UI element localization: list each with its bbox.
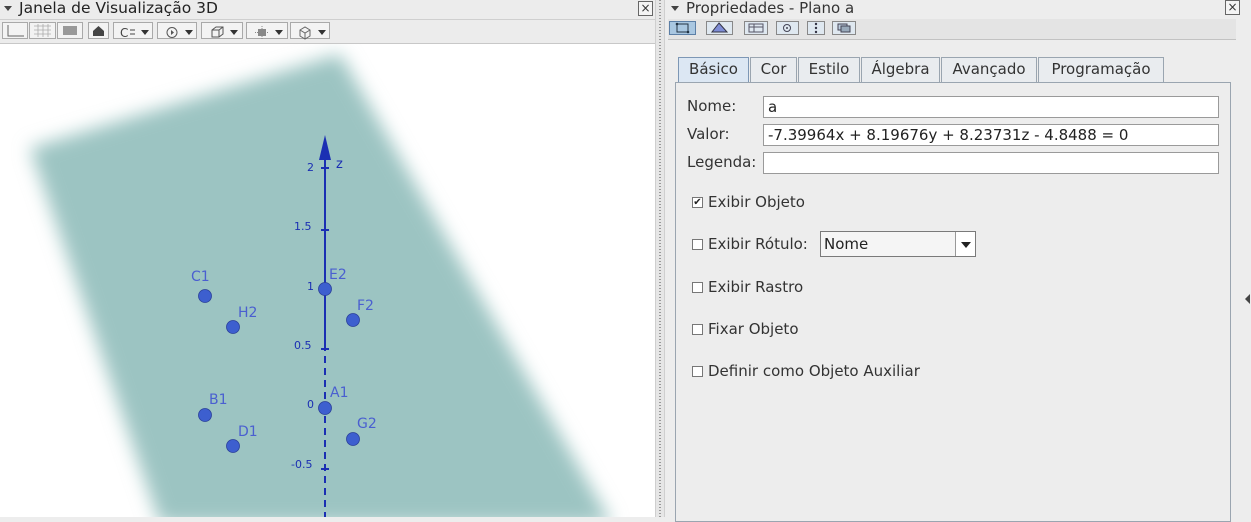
caption-label: Legenda: xyxy=(687,153,757,171)
tab-basico[interactable]: Básico xyxy=(678,57,749,83)
name-field[interactable]: a xyxy=(763,96,1219,118)
fix-object-label: Fixar Objeto xyxy=(708,320,799,338)
show-object-label: Exibir Objeto xyxy=(708,193,805,211)
image-type-button[interactable] xyxy=(776,21,799,35)
graphics-canvas[interactable]: z 2 1.5 1 0.5 0 -0.5 C1 H2 E2 F2 B1 A1 D… xyxy=(0,44,655,517)
basic-tab-panel: Nome: a Valor: -7.39964x + 8.19676y + 8.… xyxy=(675,82,1231,522)
view-titlebar: Janela de Visualização 3D × xyxy=(0,0,655,20)
properties-title: Propriedades - Plano a xyxy=(686,0,855,17)
auxiliary-object-checkbox[interactable] xyxy=(692,366,703,377)
tick-label: 1 xyxy=(307,280,314,293)
tick-label: 0.5 xyxy=(294,339,312,352)
z-axis-label: z xyxy=(336,157,343,172)
tick-label: -0.5 xyxy=(291,458,312,471)
close-properties-button[interactable]: × xyxy=(1225,0,1240,15)
panel-splitter[interactable] xyxy=(655,0,665,517)
properties-view: Propriedades - Plano a × Básico Cor Esti… xyxy=(665,0,1251,522)
view-title: Janela de Visualização 3D xyxy=(19,0,218,17)
point-label-g2: G2 xyxy=(357,416,377,432)
fix-object-checkbox[interactable] xyxy=(692,324,703,335)
tick-label: 0 xyxy=(307,398,314,411)
box-icon xyxy=(299,25,310,40)
view-direction-dropdown[interactable] xyxy=(290,22,330,40)
tab-algebra[interactable]: Álgebra xyxy=(861,57,940,82)
chevron-down-icon[interactable] xyxy=(955,232,975,256)
auxiliary-object-label: Definir como Objeto Auxiliar xyxy=(708,362,920,380)
point-label-a1: A1 xyxy=(330,385,348,401)
layers-type-button[interactable] xyxy=(832,21,856,35)
pyramid-icon xyxy=(710,22,729,33)
properties-titlebar: Propriedades - Plano a × xyxy=(665,0,1251,17)
dots-vertical-icon xyxy=(814,22,818,34)
show-label-label: Exibir Rótulo: xyxy=(708,235,808,253)
svg-text:C: C xyxy=(120,26,128,40)
close-view-button[interactable]: × xyxy=(638,1,653,16)
tab-avancado[interactable]: Avançado xyxy=(941,57,1037,82)
view-style-toolbar: C xyxy=(0,20,655,44)
collapse-triangle-icon[interactable] xyxy=(4,6,12,11)
tab-estilo[interactable]: Estilo xyxy=(798,57,860,82)
gear-icon xyxy=(783,24,791,32)
table-icon xyxy=(748,23,764,33)
cube-icon xyxy=(211,26,223,37)
plane-type-button[interactable] xyxy=(669,21,696,35)
tick-label: 1.5 xyxy=(294,220,312,233)
home-icon xyxy=(93,26,104,36)
show-label-checkbox[interactable] xyxy=(692,239,703,250)
label-mode-select[interactable]: Nome xyxy=(820,231,976,257)
animation-dropdown[interactable] xyxy=(157,22,197,39)
clipping-dropdown[interactable] xyxy=(246,22,288,39)
caption-field[interactable] xyxy=(763,152,1219,174)
point-e2[interactable] xyxy=(318,282,332,296)
graphics-3d-view: Janela de Visualização 3D × C z 2 1.5 1 … xyxy=(0,0,655,517)
point-f2[interactable] xyxy=(346,313,360,327)
point-c1[interactable] xyxy=(198,289,212,303)
label-mode-value: Nome xyxy=(824,235,869,253)
name-label: Nome: xyxy=(687,97,737,115)
point-g2[interactable] xyxy=(346,432,360,446)
axes-toggle-button[interactable] xyxy=(2,22,28,39)
tab-programacao[interactable]: Programação xyxy=(1038,57,1164,82)
object-type-toolbar xyxy=(668,19,1236,40)
show-trace-checkbox[interactable] xyxy=(692,282,703,293)
point-label-b1: B1 xyxy=(209,392,228,408)
home-view-button[interactable] xyxy=(88,22,109,39)
point-d1[interactable] xyxy=(226,439,240,453)
show-trace-label: Exibir Rastro xyxy=(708,278,804,296)
point-label-d1: D1 xyxy=(238,424,258,440)
point-a1[interactable] xyxy=(318,401,332,415)
plane-toggle-button[interactable] xyxy=(57,22,83,39)
projection-dropdown[interactable] xyxy=(201,22,243,39)
layers-icon xyxy=(837,23,851,33)
expand-sidebar-arrow-icon[interactable] xyxy=(1245,294,1250,304)
grid-toggle-button[interactable] xyxy=(29,22,56,39)
show-object-checkbox[interactable]: ✔ xyxy=(692,197,703,208)
clipping-icon xyxy=(254,25,269,39)
collapse-triangle-icon[interactable] xyxy=(671,6,679,11)
point-b1[interactable] xyxy=(198,408,212,422)
tab-cor[interactable]: Cor xyxy=(750,57,797,82)
rotate-view-dropdown[interactable]: C xyxy=(113,22,153,40)
text-type-button[interactable] xyxy=(744,21,768,35)
point-label-f2: F2 xyxy=(357,298,374,314)
value-field[interactable]: -7.39964x + 8.19676y + 8.23731z - 4.8488… xyxy=(763,124,1219,146)
point-h2[interactable] xyxy=(226,320,240,334)
rotate-icon xyxy=(166,26,177,38)
point-type-button[interactable] xyxy=(807,21,825,35)
point-label-c1: C1 xyxy=(191,269,210,285)
point-label-e2: E2 xyxy=(329,267,347,283)
point-label-h2: H2 xyxy=(238,305,257,321)
polyhedron-type-button[interactable] xyxy=(706,21,733,35)
tick-label: 2 xyxy=(307,161,314,174)
value-label: Valor: xyxy=(687,125,730,143)
